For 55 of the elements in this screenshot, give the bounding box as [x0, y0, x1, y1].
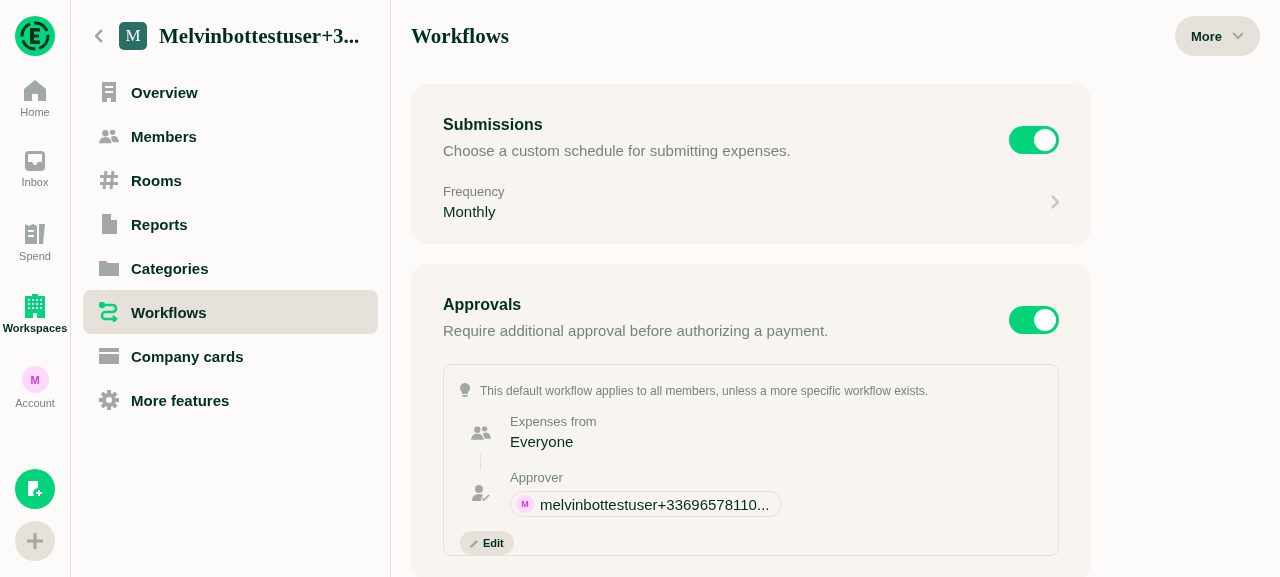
- card-title: Submissions: [443, 116, 544, 134]
- sidebar-item[interactable]: Members: [83, 114, 378, 158]
- workspace-name: Melvinbottestuser+3...: [159, 23, 360, 49]
- sidebar-item[interactable]: Workflows: [83, 290, 378, 334]
- add-button[interactable]: [15, 521, 55, 561]
- hint-text: This default workflow applies to all members, unless a more specific workflow exists.: [480, 383, 929, 398]
- field-label: Expenses from: [510, 414, 597, 429]
- toggle-switch[interactable]: [1009, 306, 1059, 334]
- receipt-icon: [23, 222, 47, 246]
- nav-rail-item[interactable]: Home: [20, 78, 50, 150]
- edit-button[interactable]: Edit: [460, 531, 514, 555]
- avatar-icon: M: [21, 366, 49, 393]
- sidebar-item[interactable]: Company cards: [83, 334, 378, 378]
- workspace-avatar: M: [119, 22, 147, 50]
- card-description: Require additional approval before authorizing a payment.: [443, 322, 829, 339]
- toggle-switch[interactable]: [1009, 126, 1059, 154]
- field-label: Approver: [510, 470, 564, 485]
- people-icon: [99, 128, 119, 144]
- avatar-icon: M: [516, 495, 534, 513]
- home-icon: [23, 78, 47, 102]
- card-title: Approvals: [443, 296, 523, 314]
- document-icon: [101, 214, 117, 234]
- page-title: Workflows: [411, 23, 509, 49]
- receipt-plus-icon: [27, 481, 43, 497]
- pencil-icon: [470, 538, 479, 548]
- more-button[interactable]: More: [1174, 16, 1260, 56]
- chevron-down-icon: [1232, 32, 1244, 40]
- sidebar-item[interactable]: Reports: [83, 202, 378, 246]
- people-icon: [471, 424, 491, 440]
- chevron-left-icon: [95, 29, 103, 43]
- field-value: Everyone: [510, 433, 575, 450]
- lightbulb-icon: [460, 383, 470, 398]
- person-check-icon: [472, 485, 490, 502]
- card-icon: [99, 348, 119, 364]
- folder-icon: [99, 260, 119, 276]
- nav-rail-item[interactable]: Spend: [19, 222, 51, 294]
- building-icon: [101, 82, 117, 102]
- building-icon: [24, 294, 46, 318]
- frequency-row[interactable]: Frequency Monthly: [443, 184, 1059, 220]
- chevron-right-icon: [1051, 195, 1059, 209]
- logo-icon[interactable]: [15, 16, 55, 56]
- plus-icon: [27, 533, 43, 549]
- nav-rail-item[interactable]: M Account: [15, 366, 55, 438]
- route-arrows-icon: [99, 302, 119, 322]
- nav-rail-item[interactable]: Workspaces: [2, 294, 68, 366]
- hashtag-icon: [99, 170, 119, 190]
- gear-icon: [99, 390, 119, 410]
- card-description: Choose a custom schedule for submitting expenses.: [443, 142, 791, 159]
- sidebar-item[interactable]: Categories: [83, 246, 378, 290]
- nav-rail-item[interactable]: Inbox: [21, 150, 49, 222]
- sidebar-item[interactable]: Rooms: [83, 158, 378, 202]
- create-expense-button[interactable]: [15, 469, 55, 509]
- sidebar-item[interactable]: Overview: [83, 70, 378, 114]
- sidebar-item[interactable]: More features: [83, 378, 378, 422]
- inbox-tray-icon: [24, 150, 46, 172]
